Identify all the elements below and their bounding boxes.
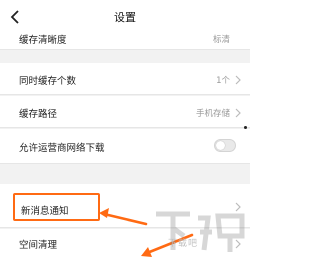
concurrent-cache-label: 同时缓存个数 (19, 76, 77, 87)
mobile-download-label: 允许运营商网络下载 (19, 143, 105, 154)
arrow-notification-icon (99, 208, 148, 226)
concurrent-cache-value: 1个 (216, 76, 230, 86)
mobile-download-toggle[interactable] (214, 139, 236, 152)
page-title: 设置 (114, 11, 136, 24)
chevron-right-icon (235, 108, 241, 118)
navigation-bar: 设置 (0, 0, 250, 34)
stray-dot (244, 126, 247, 129)
highlight-box (13, 193, 100, 221)
cache-path-label: 缓存路径 (19, 109, 58, 120)
settings-screen: 设置 缓存清晰度 标清 同时缓存个数 1个 缓存路径 手机存储 允许运营商网络下… (0, 0, 250, 261)
space-cleanup-label: 空间清理 (19, 240, 58, 251)
section-gap (0, 164, 250, 184)
cache-quality-row[interactable]: 缓存清晰度 标清 (0, 34, 250, 50)
cache-quality-label: 缓存清晰度 (19, 35, 67, 46)
mobile-download-row: 允许运营商网络下载 (0, 129, 250, 164)
concurrent-cache-row[interactable]: 同时缓存个数 1个 (0, 63, 250, 95)
cache-path-value: 手机存储 (195, 109, 230, 119)
watermark-text: 下载吧 (168, 239, 199, 249)
cache-path-row[interactable]: 缓存路径 手机存储 (0, 96, 250, 128)
chevron-right-icon (235, 75, 241, 85)
watermark-logo-icon (156, 211, 245, 252)
cache-quality-value: 标清 (212, 35, 230, 45)
toggle-knob (216, 141, 225, 150)
